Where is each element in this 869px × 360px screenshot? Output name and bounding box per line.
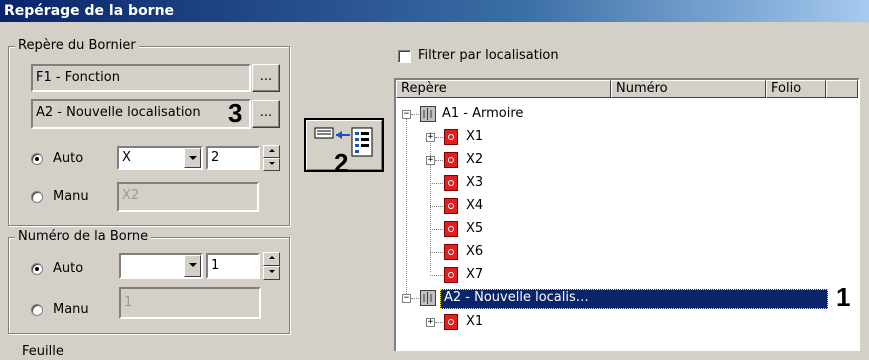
tree-node-label: X1 bbox=[466, 314, 484, 329]
tree-node-label: X2 bbox=[466, 152, 484, 167]
column-header-repere[interactable]: Repère bbox=[396, 80, 611, 98]
tree-node-x1[interactable]: + X1 bbox=[396, 127, 856, 149]
numero-manu-field: 1 bbox=[119, 287, 261, 319]
terminal-icon bbox=[444, 198, 458, 214]
tree-connector bbox=[430, 183, 443, 184]
feuille-label: Feuille bbox=[22, 344, 64, 359]
numero-number-value: 1 bbox=[211, 258, 220, 273]
tree-node-a2[interactable]: − A2 - Nouvelle localis… bbox=[396, 288, 856, 310]
tree-node-label: X1 bbox=[466, 129, 484, 144]
column-header-filler bbox=[826, 80, 858, 98]
terminal-icon bbox=[444, 129, 458, 145]
numero-number-stepper[interactable] bbox=[263, 252, 280, 280]
terminal-icon bbox=[444, 221, 458, 237]
location-tree[interactable]: Repère Numéro Folio − A1 - Armoire + X1 … bbox=[394, 78, 860, 351]
tree-node-label: X4 bbox=[466, 198, 484, 213]
terminal-icon bbox=[444, 314, 458, 330]
bornier-manu-field: X2 bbox=[117, 182, 259, 212]
bornier-number-value: 2 bbox=[211, 150, 220, 165]
arrow-down-icon[interactable] bbox=[263, 266, 280, 280]
tree-node-a2-x1[interactable]: + X1 bbox=[396, 312, 856, 334]
cabinet-icon bbox=[420, 106, 436, 122]
tree-connector bbox=[430, 252, 443, 253]
bornier-prefix-value: X bbox=[122, 150, 131, 165]
localisation-field[interactable]: A2 - Nouvelle localisation bbox=[31, 99, 251, 129]
tree-node-x6[interactable]: X6 bbox=[396, 242, 856, 264]
tree-node-x5[interactable]: X5 bbox=[396, 219, 856, 241]
numero-group: Numéro de la Borne bbox=[8, 229, 290, 334]
annotation-marker-3: 3 bbox=[228, 98, 243, 128]
window-title: Repérage de la borne bbox=[0, 0, 869, 22]
tree-node-x7[interactable]: X7 bbox=[396, 265, 856, 287]
terminal-icon bbox=[444, 267, 458, 283]
bornier-number-spinner[interactable]: 2 bbox=[206, 146, 260, 170]
tree-connector bbox=[430, 206, 443, 207]
filter-checkbox-label: Filtrer par localisation bbox=[418, 48, 559, 63]
bornier-prefix-combo[interactable]: X bbox=[117, 146, 203, 170]
tree-node-label: A1 - Armoire bbox=[442, 106, 524, 121]
terminal-icon bbox=[444, 175, 458, 191]
bornier-group-legend: Repère du Bornier bbox=[15, 38, 139, 54]
bornier-number-stepper[interactable] bbox=[263, 145, 280, 171]
terminal-icon bbox=[444, 152, 458, 168]
filter-checkbox[interactable] bbox=[398, 50, 411, 63]
numero-prefix-combo[interactable] bbox=[119, 253, 203, 279]
tree-connector bbox=[430, 275, 443, 276]
tree-node-label: X7 bbox=[466, 267, 484, 282]
numero-group-legend: Numéro de la Borne bbox=[15, 229, 152, 245]
tree-connector bbox=[411, 298, 419, 299]
expand-icon[interactable]: + bbox=[426, 318, 435, 327]
bornier-manu-label: Manu bbox=[53, 189, 89, 204]
localisation-browse-button[interactable]: ... bbox=[252, 100, 280, 128]
numero-auto-radio[interactable] bbox=[31, 263, 43, 275]
tree-node-x4[interactable]: X4 bbox=[396, 196, 856, 218]
tree-node-label: X5 bbox=[466, 221, 484, 236]
chevron-down-icon[interactable] bbox=[184, 148, 201, 168]
tree-node-x3[interactable]: X3 bbox=[396, 173, 856, 195]
numero-auto-label: Auto bbox=[53, 261, 84, 276]
arrow-up-icon[interactable] bbox=[263, 145, 280, 158]
expand-icon[interactable]: + bbox=[426, 133, 435, 142]
annotation-marker-1: 1 bbox=[836, 282, 851, 312]
tree-node-a1[interactable]: − A1 - Armoire bbox=[396, 104, 856, 126]
tree-node-label: X3 bbox=[466, 175, 484, 190]
numero-manu-radio[interactable] bbox=[31, 304, 43, 316]
tree-node-label: A2 - Nouvelle localis… bbox=[444, 290, 589, 305]
cabinet-icon bbox=[420, 290, 436, 306]
arrow-up-icon[interactable] bbox=[263, 252, 280, 266]
terminal-icon bbox=[444, 244, 458, 260]
bornier-manu-radio[interactable] bbox=[31, 191, 43, 203]
bornier-auto-label: Auto bbox=[53, 151, 84, 166]
column-header-folio[interactable]: Folio bbox=[766, 80, 826, 98]
tree-connector bbox=[435, 322, 443, 323]
tree-connector bbox=[430, 229, 443, 230]
column-header-numero[interactable]: Numéro bbox=[611, 80, 766, 98]
fonction-field[interactable]: F1 - Fonction bbox=[31, 64, 251, 92]
collapse-icon[interactable]: − bbox=[402, 110, 411, 119]
numero-number-spinner[interactable]: 1 bbox=[206, 253, 260, 279]
tree-connector bbox=[435, 137, 443, 138]
chevron-down-icon[interactable] bbox=[184, 255, 201, 277]
tree-node-label: X6 bbox=[466, 244, 484, 259]
arrow-down-icon[interactable] bbox=[263, 158, 280, 171]
tree-connector bbox=[435, 160, 443, 161]
expand-icon[interactable]: + bbox=[426, 156, 435, 165]
annotation-marker-2: 2 bbox=[334, 148, 349, 178]
tree-connector bbox=[411, 114, 419, 115]
collapse-icon[interactable]: − bbox=[402, 294, 411, 303]
tree-node-x2[interactable]: + X2 bbox=[396, 150, 856, 172]
numero-manu-label: Manu bbox=[53, 302, 89, 317]
bornier-auto-radio[interactable] bbox=[31, 153, 43, 165]
fonction-browse-button[interactable]: ... bbox=[252, 64, 280, 92]
